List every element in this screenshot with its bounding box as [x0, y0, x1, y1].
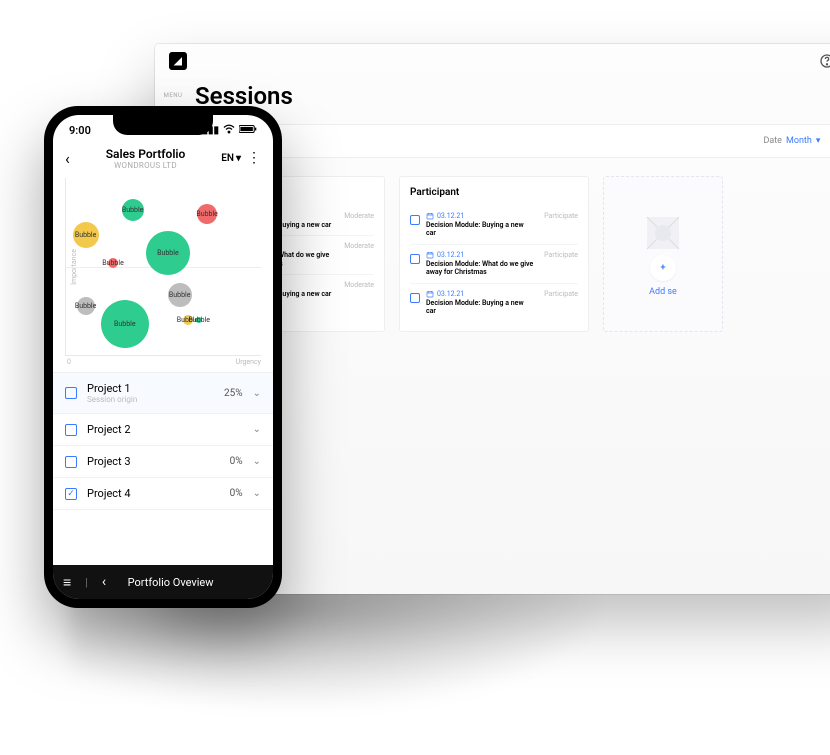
card-role: Moderate [344, 242, 374, 250]
battery-icon [239, 124, 257, 137]
row-percent: 25% [224, 388, 243, 399]
desktop-topbar: ◢ [155, 44, 830, 78]
card-role: Participate [544, 251, 578, 259]
card-role: Moderate [344, 281, 374, 289]
footer-back-icon[interactable]: ‹ [102, 574, 106, 590]
row-percent: 0% [230, 456, 243, 467]
project-row[interactable]: ✓ Project 4 0% ⌄ [53, 478, 273, 510]
session-card[interactable]: 03.12.21Decision Module: Buying a new ca… [410, 283, 578, 322]
project-row[interactable]: Project 2 ⌄ [53, 414, 273, 446]
phone-page-title: Sales Portfolio [76, 147, 215, 161]
chevron-down-icon[interactable]: ⌄ [253, 388, 261, 399]
footer-title: Portfolio Oveview [120, 576, 221, 589]
search-input[interactable] [230, 136, 753, 147]
bubble[interactable]: Bubble [77, 297, 95, 315]
card-title: Decision Module: What do we give away fo… [426, 260, 534, 277]
page-title: Sessions [195, 82, 830, 110]
row-checkbox[interactable] [65, 387, 77, 399]
axis-origin: 0 [67, 358, 71, 366]
card-date: 03.12.21 [426, 251, 534, 259]
add-column[interactable]: + Add se [603, 176, 723, 332]
card-role: Moderate [344, 212, 374, 220]
session-card[interactable]: 03.12.21Decision Module: What do we give… [410, 244, 578, 283]
phone-footer: ≡ | ‹ Portfolio Oveview [53, 565, 273, 599]
card-title: Decision Module: Buying a new car [426, 221, 534, 238]
bubble[interactable]: Bubble [168, 283, 192, 307]
chevron-down-icon[interactable]: ⌄ [253, 456, 261, 467]
row-title: Project 1 [87, 382, 214, 395]
bubble[interactable]: Bubble [73, 222, 99, 248]
row-checkbox[interactable] [65, 424, 77, 436]
project-row[interactable]: Project 3 0% ⌄ [53, 446, 273, 478]
project-row[interactable]: Project 1Session origin 25% ⌄ [53, 373, 273, 414]
help-icon[interactable] [819, 53, 830, 69]
row-title: Project 4 [87, 487, 220, 500]
card-checkbox[interactable] [410, 215, 420, 225]
card-date: 03.12.21 [426, 290, 534, 298]
row-subtitle: Session origin [87, 395, 214, 404]
placeholder-shape-icon [641, 211, 685, 255]
chevron-down-icon[interactable]: ⌄ [253, 424, 261, 435]
phone-header: ‹ Sales Portfolio WONDROUS LTD EN▾ ⋮ [53, 143, 273, 178]
plus-icon: + [650, 255, 676, 281]
status-time: 9:00 [69, 124, 91, 137]
row-title: Project 3 [87, 455, 220, 468]
bubble[interactable]: Bubble [101, 300, 149, 348]
menu-label: MENU [155, 92, 191, 99]
card-checkbox[interactable] [410, 293, 420, 303]
row-percent: 0% [230, 488, 243, 499]
bubble[interactable]: Bubble [196, 317, 202, 323]
card-role: Participate [544, 212, 578, 220]
bubble-chart: Importance BubbleBubbleBubbleBubbleBubbl… [53, 178, 273, 366]
column-title: Participant [410, 187, 578, 198]
bubble[interactable]: Bubble [197, 204, 217, 224]
phone-page-subtitle: WONDROUS LTD [76, 161, 215, 170]
app-logo-icon[interactable]: ◢ [169, 52, 187, 70]
back-icon[interactable]: ‹ [65, 151, 70, 167]
card-title: Decision Module: Buying a new car [426, 299, 534, 316]
board-columns: Owner 03.12.21Decision Module: Buying a … [195, 176, 830, 332]
x-axis-label: Urgency [236, 358, 261, 366]
session-card[interactable]: 03.12.21Decision Module: Buying a new ca… [410, 206, 578, 244]
bubble[interactable]: Bubble [108, 258, 118, 268]
date-filter[interactable]: Date Month ▾ [763, 136, 820, 146]
card-checkbox[interactable] [410, 254, 420, 264]
hamburger-icon[interactable]: ≡ [63, 574, 71, 591]
project-list: Project 1Session origin25%⌄Project 2⌄Pro… [53, 372, 273, 565]
chevron-down-icon[interactable]: ⌄ [253, 488, 261, 499]
language-selector[interactable]: EN▾ [221, 153, 241, 164]
more-icon[interactable]: ⋮ [247, 156, 261, 162]
bubble[interactable]: Bubble [146, 231, 190, 275]
phone-device: 9:00 ▮▮▮ ‹ Sales Portfolio WONDROUS LTD … [44, 106, 282, 608]
phone-notch [113, 115, 213, 135]
row-checkbox[interactable]: ✓ [65, 488, 77, 500]
column-participant: Participant 03.12.21Decision Module: Buy… [399, 176, 589, 332]
add-column-label: Add se [649, 287, 677, 297]
search-bar: Date Month ▾ Filter by [195, 124, 830, 158]
row-checkbox[interactable] [65, 456, 77, 468]
card-date: 03.12.21 [426, 212, 534, 220]
bubble[interactable]: Bubble [122, 199, 144, 221]
row-title: Project 2 [87, 423, 233, 436]
card-role: Participate [544, 290, 578, 298]
wifi-icon [223, 124, 235, 137]
